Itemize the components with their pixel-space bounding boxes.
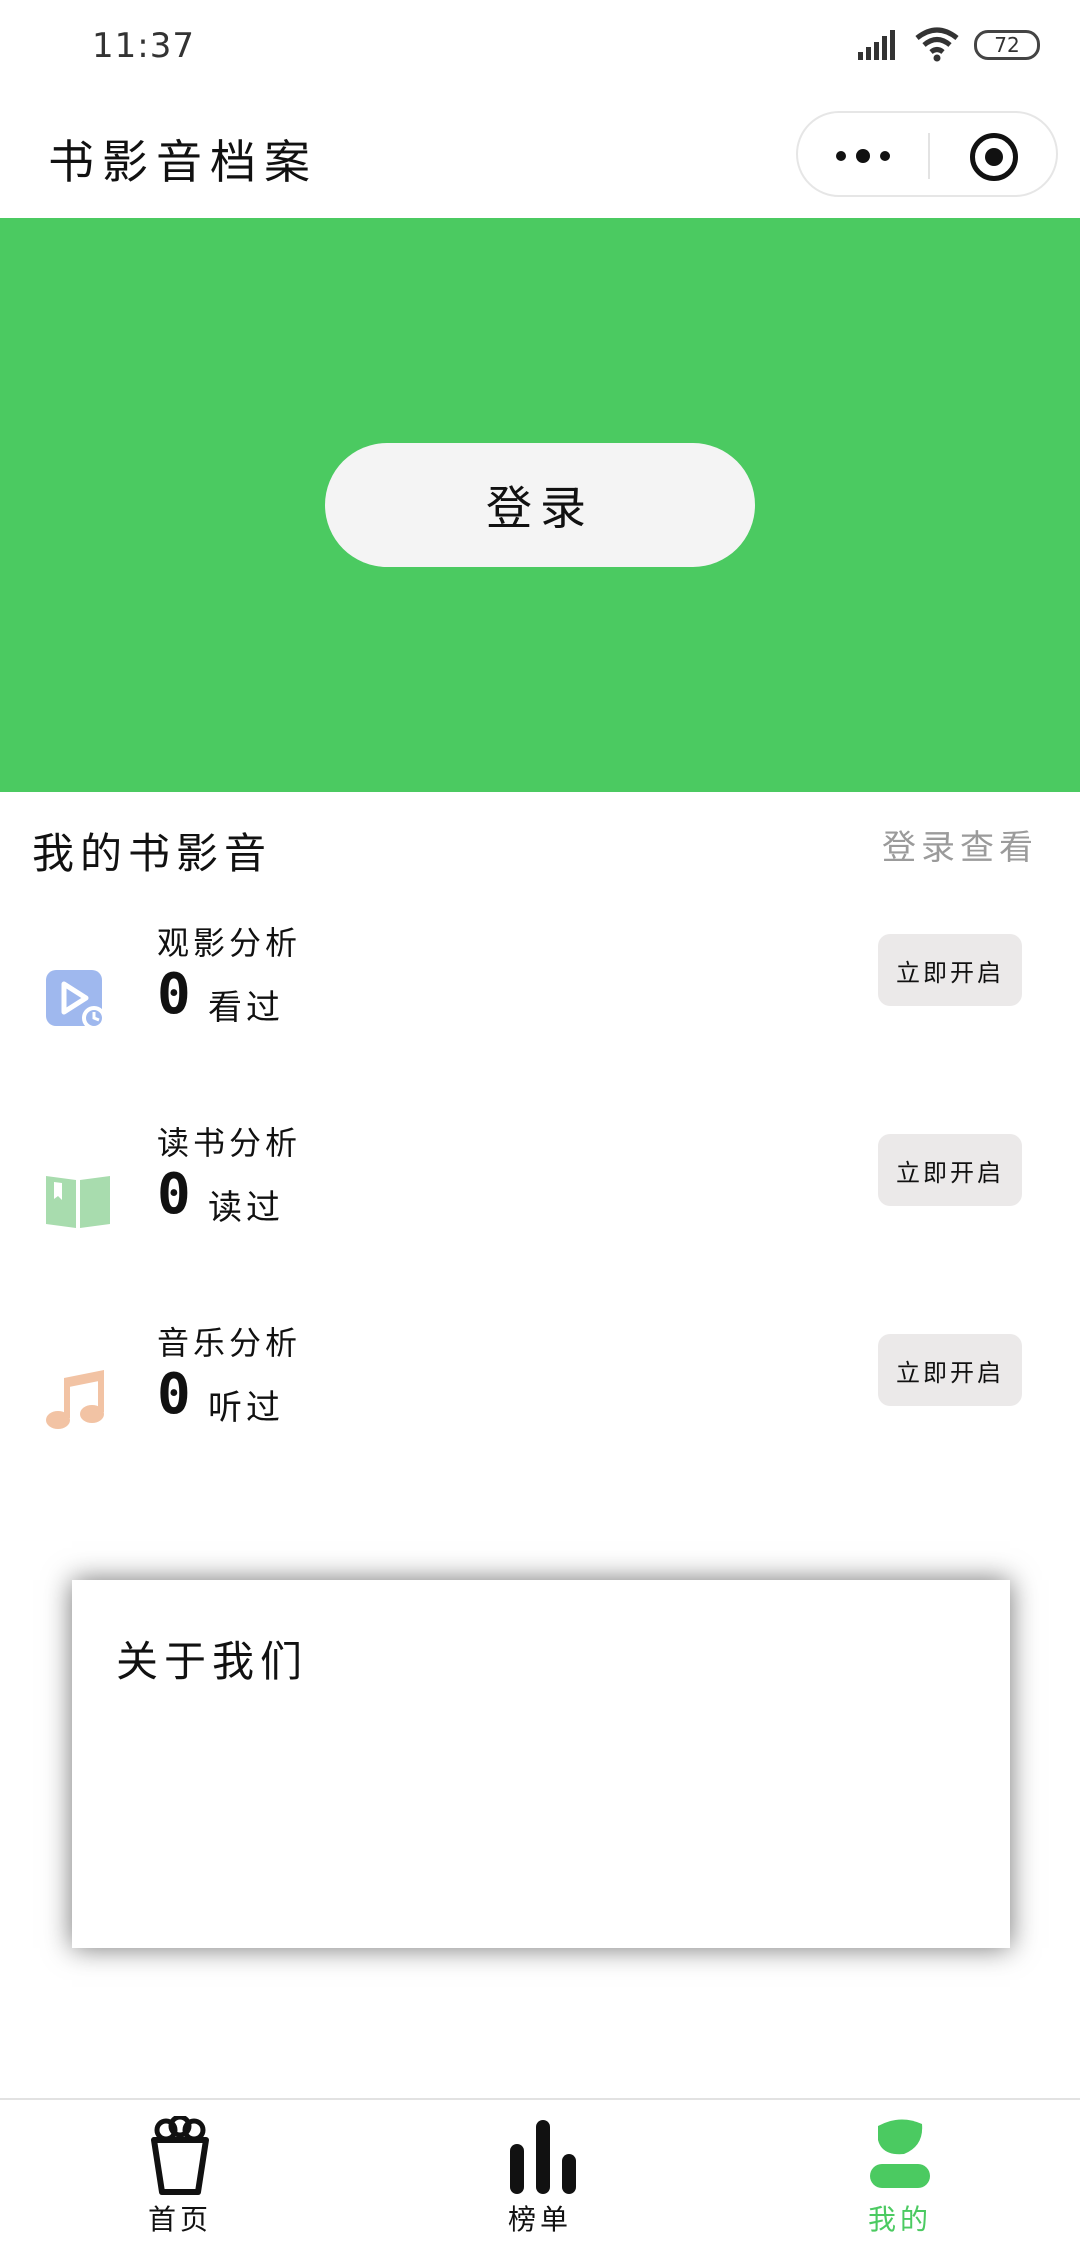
login-button[interactable]: 登录	[325, 443, 755, 567]
analysis-row-book: 读书分析 0 读过 立即开启	[0, 1118, 1080, 1318]
analysis-label: 观影分析	[157, 924, 302, 962]
signal-icon	[858, 30, 900, 64]
tab-mine[interactable]: 我的	[720, 2100, 1080, 2248]
bar-chart-icon	[508, 2116, 576, 2196]
enable-music-analysis-button[interactable]: 立即开启	[878, 1334, 1022, 1406]
login-view-link[interactable]: 登录查看	[882, 820, 1038, 869]
analysis-label: 读书分析	[157, 1124, 302, 1162]
analysis-count-unit: 听过	[208, 1388, 284, 1428]
analysis-count: 0	[157, 1162, 191, 1227]
capsule-divider	[928, 133, 930, 179]
app-page: 11:37 72 书影音档案 登录 我的书影音 登录查看 观影分析 0 看过 立…	[0, 0, 1080, 2248]
analysis-row-music: 音乐分析 0 听过 立即开启	[0, 1318, 1080, 1518]
analysis-count: 0	[157, 1362, 191, 1427]
header: 书影音档案	[0, 96, 1080, 218]
analysis-count-unit: 看过	[208, 988, 284, 1028]
tab-ranking[interactable]: 榜单	[360, 2100, 720, 2248]
about-card[interactable]: 关于我们	[72, 1580, 1010, 1948]
more-icon[interactable]	[836, 147, 892, 165]
mini-program-capsule	[796, 111, 1058, 197]
enable-book-analysis-button[interactable]: 立即开启	[878, 1134, 1022, 1206]
user-icon	[868, 2116, 932, 2196]
profile-banner: 登录	[0, 218, 1080, 792]
page-title: 书影音档案	[48, 135, 318, 189]
wifi-icon	[914, 26, 960, 66]
close-target-icon[interactable]	[970, 133, 1018, 181]
tab-label: 首页	[147, 2203, 212, 2236]
book-icon	[44, 1168, 110, 1232]
tab-label: 榜单	[507, 2203, 572, 2236]
video-play-icon	[44, 968, 108, 1032]
bottom-tab-bar: 首页 榜单 我的	[0, 2098, 1080, 2248]
popcorn-icon	[148, 2114, 212, 2196]
analysis-label: 音乐分析	[157, 1324, 302, 1362]
tab-label: 我的	[867, 2203, 932, 2236]
about-title: 关于我们	[116, 1637, 309, 1686]
status-time: 11:37	[92, 26, 195, 66]
section-title: 我的书影音	[32, 829, 273, 878]
battery-indicator: 72	[974, 30, 1040, 60]
analysis-row-movie: 观影分析 0 看过 立即开启	[0, 918, 1080, 1118]
analysis-count-unit: 读过	[208, 1188, 284, 1228]
music-note-icon	[44, 1368, 108, 1432]
analysis-count: 0	[157, 962, 191, 1027]
tab-home[interactable]: 首页	[0, 2100, 360, 2248]
enable-movie-analysis-button[interactable]: 立即开启	[878, 934, 1022, 1006]
status-bar: 11:37 72	[0, 0, 1080, 96]
